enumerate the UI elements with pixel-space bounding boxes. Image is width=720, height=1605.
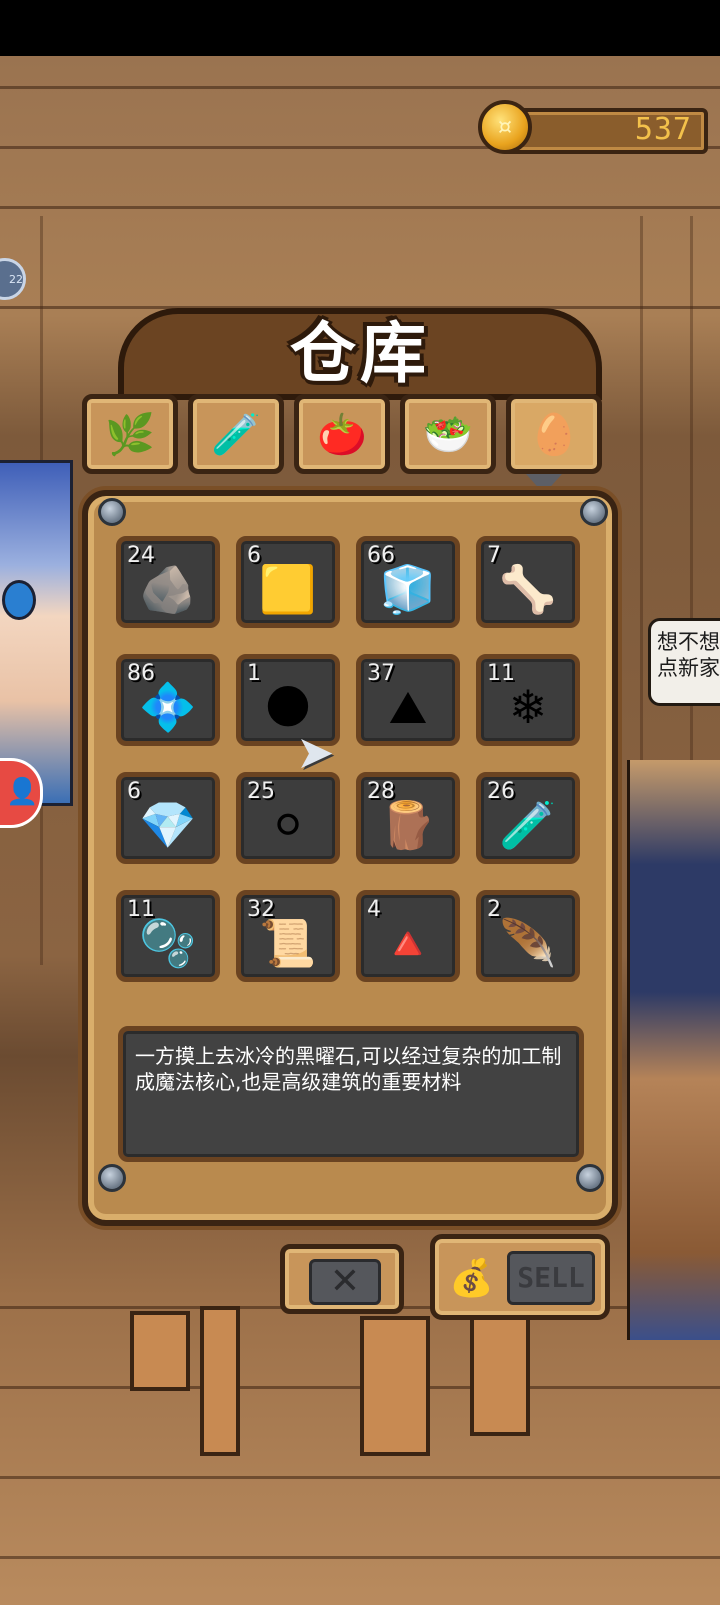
plant-icon: 🌿	[105, 411, 155, 458]
pointer-cursor-icon: ➤	[296, 725, 335, 779]
snowball-icon: ⚪	[268, 798, 308, 852]
tab-plants[interactable]: 🌿	[82, 394, 178, 474]
bone-icon: 🦴	[499, 562, 557, 616]
rivet	[580, 498, 608, 526]
inventory-slot-salt-cube[interactable]: 66 🧊	[356, 536, 460, 628]
side-badge-text: 22	[9, 272, 23, 286]
gold-amount: 537	[634, 112, 692, 147]
feather-icon: 🪶	[499, 916, 557, 970]
gold-ore-icon: 🟨	[259, 562, 317, 616]
item-description: 一方摸上去冰冷的黑曜石,可以经过复杂的加工制成魔法核心,也是高级建筑的重要材料	[135, 1044, 562, 1094]
inventory-slot-white-crystal[interactable]: 11 ❄	[476, 654, 580, 746]
inventory-slot-feather[interactable]: 2 🪶	[476, 890, 580, 982]
ice-crystal-icon: 💎	[139, 798, 197, 852]
item-description-box: 一方摸上去冰冷的黑曜石,可以经过复杂的加工制成魔法核心,也是高级建筑的重要材料	[118, 1026, 584, 1162]
speech-bubble: 想不想 点新家	[648, 618, 720, 706]
food-bowl-icon: 🥗	[423, 411, 473, 458]
inventory-slot-gold-ore[interactable]: 6 🟨	[236, 536, 340, 628]
close-icon: ✕	[309, 1259, 381, 1305]
rivet	[98, 1164, 126, 1192]
left-character	[0, 460, 73, 806]
gold-counter: ¤ 537	[478, 100, 708, 154]
character-eye	[2, 580, 36, 620]
flour-pile-icon: 🔺	[379, 916, 437, 970]
rivet	[576, 1164, 604, 1192]
vegetables-icon: 🍅	[317, 411, 367, 458]
potion-vial-icon: 🧪	[211, 411, 261, 458]
inventory-slot-stones[interactable]: 24 🪨	[116, 536, 220, 628]
sell-label: SELL	[507, 1251, 595, 1305]
inventory-slot-blue-gem[interactable]: 86 💠	[116, 654, 220, 746]
gold-bag-icon: 💰	[449, 1258, 494, 1299]
stones-icon: 🪨	[139, 562, 197, 616]
inventory-slot-bone[interactable]: 7 🦴	[476, 536, 580, 628]
inventory-slot-cloth-roll[interactable]: 32 📜	[236, 890, 340, 982]
inventory-slot-flour-pile[interactable]: 4 🔺	[356, 890, 460, 982]
salt-cube-icon: 🧊	[379, 562, 437, 616]
slime-icon: 🫧	[139, 916, 197, 970]
inventory-slot-slime[interactable]: 11 🫧	[116, 890, 220, 982]
egg-nest-icon: 🥚	[529, 411, 579, 458]
white-crystal-icon: ❄	[508, 680, 548, 734]
tab-dishes[interactable]: 🥗	[400, 394, 496, 474]
inventory-slot-sand-pile[interactable]: 37 ⛰	[356, 654, 460, 746]
tab-potions[interactable]: 🧪	[188, 394, 284, 474]
wood-plank-icon: 🪵	[379, 798, 437, 852]
inventory-slot-wood-plank[interactable]: 28 🪵	[356, 772, 460, 864]
close-button[interactable]: ✕	[280, 1244, 404, 1314]
sand-pile-icon: ⛰	[388, 680, 428, 734]
tab-materials[interactable]: 🥚	[506, 394, 602, 474]
inventory-slot-snowball[interactable]: 25 ⚪	[236, 772, 340, 864]
panel-title: 仓库	[290, 315, 430, 392]
cloth-roll-icon: 📜	[259, 916, 317, 970]
right-character	[627, 760, 720, 1340]
person-icon: 👤	[6, 777, 39, 807]
inventory-slot-ice-crystal[interactable]: 6 💎	[116, 772, 220, 864]
sell-button[interactable]: 💰 SELL	[430, 1234, 610, 1320]
gold-coin-icon: ¤	[478, 100, 532, 154]
inventory-slot-green-potion[interactable]: 26 🧪	[476, 772, 580, 864]
blue-gem-icon: 💠	[139, 680, 197, 734]
green-potion-icon: 🧪	[499, 798, 557, 852]
tab-vegetables[interactable]: 🍅	[294, 394, 390, 474]
rivet	[98, 498, 126, 526]
